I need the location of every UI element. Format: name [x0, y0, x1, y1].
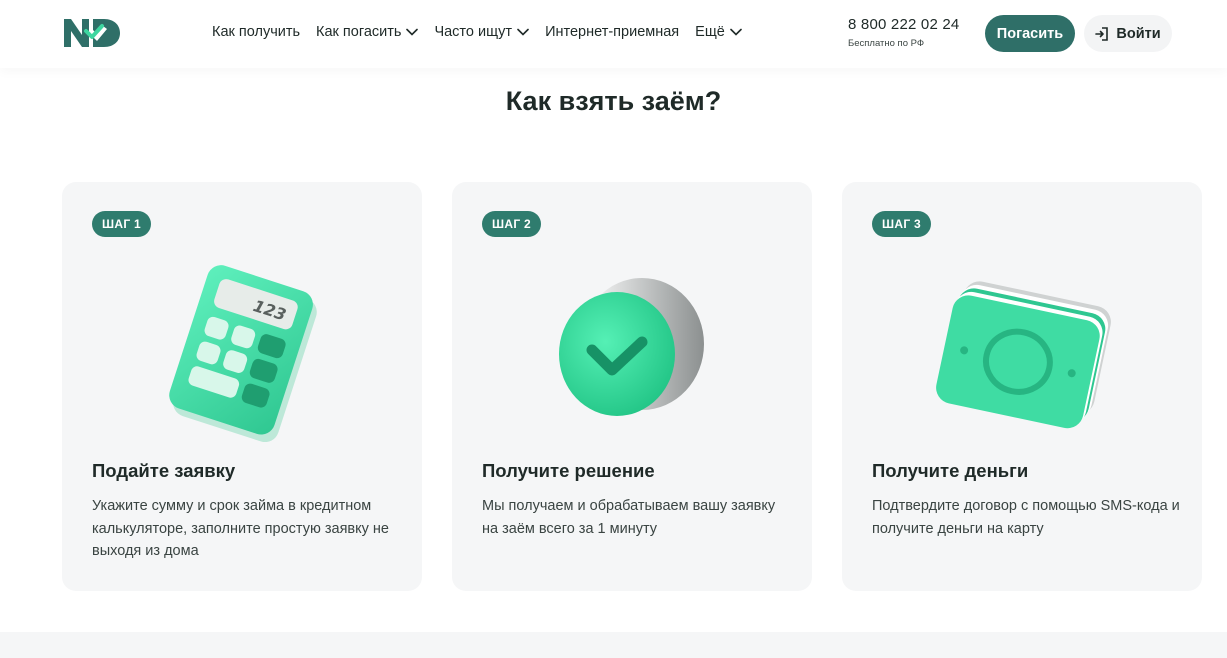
nav-label: Ещё — [695, 24, 725, 40]
phone-number[interactable]: 8 800 222 02 24 — [848, 16, 959, 33]
step-title: Получите деньги — [872, 460, 1029, 481]
next-section-edge — [0, 632, 1227, 658]
site-header: ND Как получить Как погасить Часто ищут … — [0, 0, 1227, 68]
checkmark-coin-icon — [559, 278, 704, 416]
nav-label: Как получить — [212, 24, 301, 40]
step-title: Получите решение — [482, 460, 655, 481]
step-badge: ШАГ 1 — [92, 211, 152, 237]
section-title: Как взять заём? — [505, 86, 722, 116]
step-text: Мы получаем и обрабатываем вашу заявку н… — [482, 498, 776, 537]
step-card-3: ШАГ 3 Получите деньги Подтвердите догово… — [842, 182, 1202, 591]
nd-logo[interactable]: ND — [62, 17, 122, 49]
step-card-1: ШАГ 1 123 Подайте заявку Укажите сумму и… — [62, 182, 422, 591]
chevron-down-icon — [730, 28, 742, 36]
step-badge: ШАГ 3 — [872, 211, 932, 237]
nav-how-to-get[interactable]: Как получить — [212, 24, 300, 40]
nav-frequently-searched[interactable]: Часто ищут — [434, 24, 529, 40]
step-text: Укажите сумму и срок займа в кредитном к… — [92, 498, 389, 559]
calculator-icon: 123 — [169, 265, 317, 442]
chevron-down-icon — [406, 28, 419, 36]
nav-label: Как погасить — [316, 24, 402, 40]
main-nav: Как получить Как погасить Часто ищут Инт… — [212, 24, 742, 40]
phone-block: 8 800 222 02 24 Бесплатно по РФ — [848, 16, 959, 49]
nav-more[interactable]: Ещё — [695, 24, 742, 40]
phone-note: Бесплатно по РФ — [848, 38, 925, 49]
nav-label: Интернет-приемная — [545, 24, 680, 40]
nav-label: Часто ищут — [434, 24, 513, 40]
step-title: Подайте заявку — [92, 460, 236, 481]
login-button[interactable]: Войти — [1084, 15, 1172, 52]
step-badge: ШАГ 2 — [482, 211, 542, 237]
repay-button[interactable]: Погасить — [985, 15, 1075, 52]
nav-how-to-repay[interactable]: Как погасить — [316, 24, 419, 40]
step-text: Подтвердите договор с помощью SMS-кода и… — [872, 498, 1180, 537]
nav-internet-reception[interactable]: Интернет-приемная — [545, 24, 679, 40]
repay-button-label: Погасить — [996, 25, 1064, 42]
login-door-icon — [1095, 26, 1109, 41]
chevron-down-icon — [517, 28, 529, 36]
banknotes-icon — [936, 281, 1111, 429]
step-card-2: ШАГ 2 Получите решение Мы получаем и обр… — [452, 182, 812, 591]
login-button-label: Войти — [1116, 25, 1161, 42]
